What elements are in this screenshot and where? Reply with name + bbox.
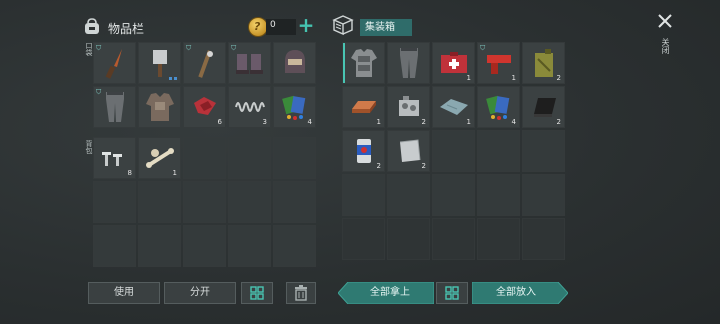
use-button[interactable]: 使用 — [88, 282, 160, 304]
backpack-slot[interactable] — [228, 181, 271, 223]
storage-slot[interactable] — [477, 130, 520, 172]
storage-slot[interactable] — [387, 218, 430, 260]
storage-slot[interactable]: 1 — [432, 86, 475, 128]
pocket-slot[interactable]: ⛉ — [93, 42, 136, 84]
storage-slot[interactable]: ⛉ 1 — [477, 42, 520, 84]
durability-bars — [169, 77, 177, 80]
backpack-grid: 81 — [93, 137, 316, 267]
storage-slot[interactable] — [477, 174, 520, 216]
storage-slot[interactable] — [477, 218, 520, 260]
storage-slot[interactable]: 2 — [522, 86, 565, 128]
storage-header: 集装箱 — [332, 14, 432, 40]
storage-title: 集装箱 — [360, 19, 412, 36]
close-label[interactable]: 关闭 — [660, 38, 671, 54]
trash-icon — [295, 285, 307, 301]
backpack-slot[interactable] — [93, 181, 136, 223]
storage-slot[interactable]: 4 — [477, 86, 520, 128]
backpack-slot[interactable] — [228, 225, 271, 267]
backpack-slot[interactable] — [228, 137, 271, 179]
pocket-slot[interactable]: 6 — [183, 86, 226, 128]
pocket-slot[interactable] — [138, 86, 181, 128]
storage-slot[interactable] — [432, 174, 475, 216]
storage-slot[interactable] — [342, 174, 385, 216]
backpack-slot[interactable] — [183, 225, 226, 267]
storage-slot[interactable] — [522, 218, 565, 260]
storage-slot[interactable] — [342, 42, 385, 84]
storage-grid: 1 ⛉ 1 2 1 2 1 4 2 2 2 — [342, 42, 565, 260]
grid-sort-icon — [250, 286, 264, 300]
item-quantity: 3 — [262, 118, 267, 126]
storage-slot[interactable]: 2 — [387, 86, 430, 128]
backpack-slot[interactable] — [183, 181, 226, 223]
pocket-slot[interactable]: ⛉ — [228, 42, 271, 84]
storage-slot[interactable] — [387, 174, 430, 216]
add-coins-button[interactable]: + — [296, 15, 316, 35]
grid-sort-icon — [445, 286, 459, 300]
item-quantity: 2 — [556, 74, 561, 82]
item-quantity: 1 — [172, 169, 177, 177]
backpack-slot[interactable] — [138, 225, 181, 267]
storage-slot[interactable] — [387, 42, 430, 84]
item-quantity: 2 — [556, 118, 561, 126]
storage-slot[interactable] — [432, 218, 475, 260]
container-icon — [332, 15, 354, 36]
backpack-slot[interactable] — [273, 225, 316, 267]
item-quantity: 1 — [466, 74, 471, 82]
take-all-button[interactable]: 全部拿上 — [346, 282, 434, 304]
pocket-grid: ⛉ ⛉ ⛉ ⛉ 6 3 4 — [93, 42, 316, 128]
storage-slot[interactable]: 1 — [342, 86, 385, 128]
equipped-marker-icon: ⛉ — [186, 44, 192, 52]
inventory-title: 物品栏 — [108, 22, 145, 36]
discard-button[interactable] — [286, 282, 316, 304]
pocket-slot[interactable] — [273, 42, 316, 84]
item-quantity: 2 — [376, 162, 381, 170]
backpack-slot[interactable] — [273, 137, 316, 179]
backpack-slot[interactable]: 8 — [93, 137, 136, 179]
storage-slot[interactable]: 2 — [522, 42, 565, 84]
pocket-slot[interactable] — [138, 42, 181, 84]
backpack-icon — [85, 18, 99, 34]
storage-sort-button[interactable] — [436, 282, 468, 304]
storage-slot[interactable]: 2 — [342, 130, 385, 172]
item-quantity: 4 — [511, 118, 516, 126]
backpack-slot[interactable] — [93, 225, 136, 267]
equipped-marker-icon: ⛉ — [96, 88, 102, 96]
storage-slot[interactable] — [432, 130, 475, 172]
item-quantity: 2 — [421, 162, 426, 170]
storage-slot[interactable] — [342, 218, 385, 260]
storage-slot[interactable] — [522, 174, 565, 216]
backpack-slot[interactable] — [138, 181, 181, 223]
backpack-slot[interactable] — [273, 181, 316, 223]
inventory-header: 物品栏 ? 0 + — [82, 14, 318, 40]
backpack-slot[interactable]: 1 — [138, 137, 181, 179]
item-quantity: 2 — [421, 118, 426, 126]
coin-icon: ? — [248, 17, 268, 37]
item-quantity: 1 — [511, 74, 516, 82]
item-quantity: 4 — [307, 118, 312, 126]
equipped-marker-icon: ⛉ — [480, 44, 486, 52]
storage-slot[interactable]: 2 — [387, 130, 430, 172]
pocket-slot[interactable]: 3 — [228, 86, 271, 128]
item-quantity: 1 — [376, 118, 381, 126]
close-icon[interactable] — [656, 12, 674, 30]
storage-slot[interactable] — [522, 130, 565, 172]
equipped-marker-icon: ⛉ — [231, 44, 237, 52]
pocket-slot[interactable]: 4 — [273, 86, 316, 128]
pocket-slot[interactable]: ⛉ — [93, 86, 136, 128]
backpack-slot[interactable] — [183, 137, 226, 179]
split-button[interactable]: 分开 — [164, 282, 236, 304]
pocket-slot[interactable]: ⛉ — [183, 42, 226, 84]
item-quantity: 1 — [466, 118, 471, 126]
equipped-marker-icon: ⛉ — [96, 44, 102, 52]
storage-slot[interactable]: 1 — [432, 42, 475, 84]
coin-count: 0 — [270, 20, 276, 30]
item-quantity: 6 — [217, 118, 222, 126]
item-quantity: 8 — [127, 169, 132, 177]
sort-button[interactable] — [241, 282, 273, 304]
put-all-button[interactable]: 全部放入 — [472, 282, 560, 304]
